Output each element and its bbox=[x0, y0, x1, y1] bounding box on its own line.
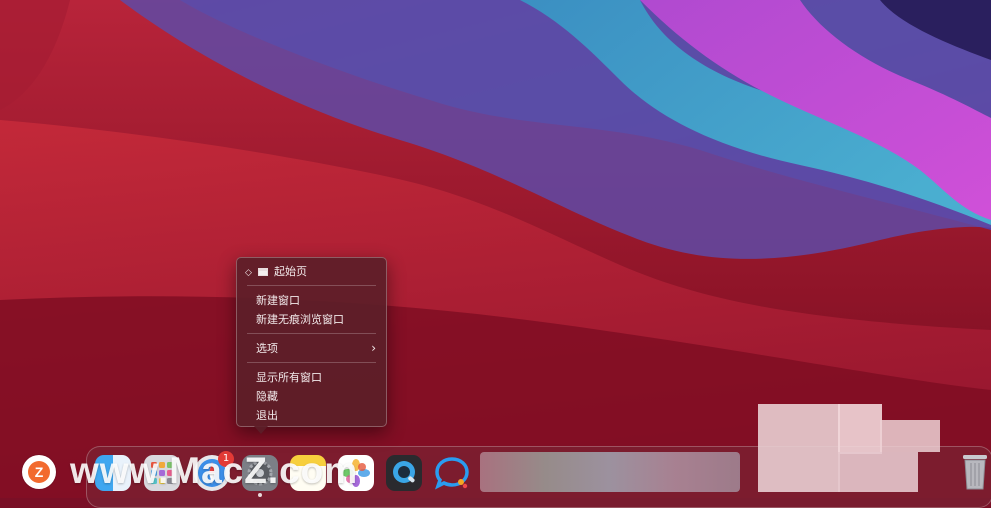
chevron-right-icon: › bbox=[371, 341, 376, 355]
quicktime-icon[interactable] bbox=[386, 455, 422, 491]
watermark-text: www.MacZ.com bbox=[70, 450, 359, 491]
mosaic-block bbox=[838, 404, 882, 454]
mosaic-block bbox=[758, 404, 840, 492]
app-context-menu: ◇ 起始页 新建窗口 新建无痕浏览窗口 选项 › 显示所有窗口 隐藏 退出 bbox=[236, 257, 387, 434]
menu-item-quit[interactable]: 退出 bbox=[256, 406, 378, 425]
watermark-logo-letter: Z bbox=[28, 461, 50, 483]
menu-item-options-label: 选项 bbox=[256, 342, 278, 355]
diamond-icon: ◇ bbox=[245, 268, 252, 278]
chat-app-icon[interactable] bbox=[434, 455, 470, 491]
menu-item-show-all-windows[interactable]: 显示所有窗口 bbox=[256, 368, 378, 387]
menu-separator bbox=[247, 362, 376, 363]
quicktime-q-icon bbox=[393, 461, 415, 483]
mosaic-block bbox=[838, 452, 918, 492]
menu-item-start-page[interactable]: ◇ 起始页 bbox=[245, 262, 307, 281]
menu-pointer-arrow bbox=[254, 426, 268, 434]
mosaic-block bbox=[880, 420, 940, 452]
menu-item-start-page-label: 起始页 bbox=[274, 265, 307, 278]
menu-separator bbox=[247, 285, 376, 286]
chat-bubble-icon bbox=[435, 457, 469, 490]
menu-item-hide[interactable]: 隐藏 bbox=[256, 387, 378, 406]
menu-item-new-window[interactable]: 新建窗口 bbox=[256, 291, 378, 310]
watermark-logo: Z bbox=[22, 455, 56, 489]
trash-can-icon bbox=[963, 455, 987, 490]
menu-item-new-private-window[interactable]: 新建无痕浏览窗口 bbox=[256, 310, 378, 329]
menu-separator bbox=[247, 333, 376, 334]
blurred-dock-apps bbox=[480, 452, 740, 492]
trash-icon[interactable] bbox=[960, 451, 990, 490]
menu-item-options[interactable]: 选项 › bbox=[256, 339, 378, 358]
window-icon bbox=[258, 268, 268, 276]
